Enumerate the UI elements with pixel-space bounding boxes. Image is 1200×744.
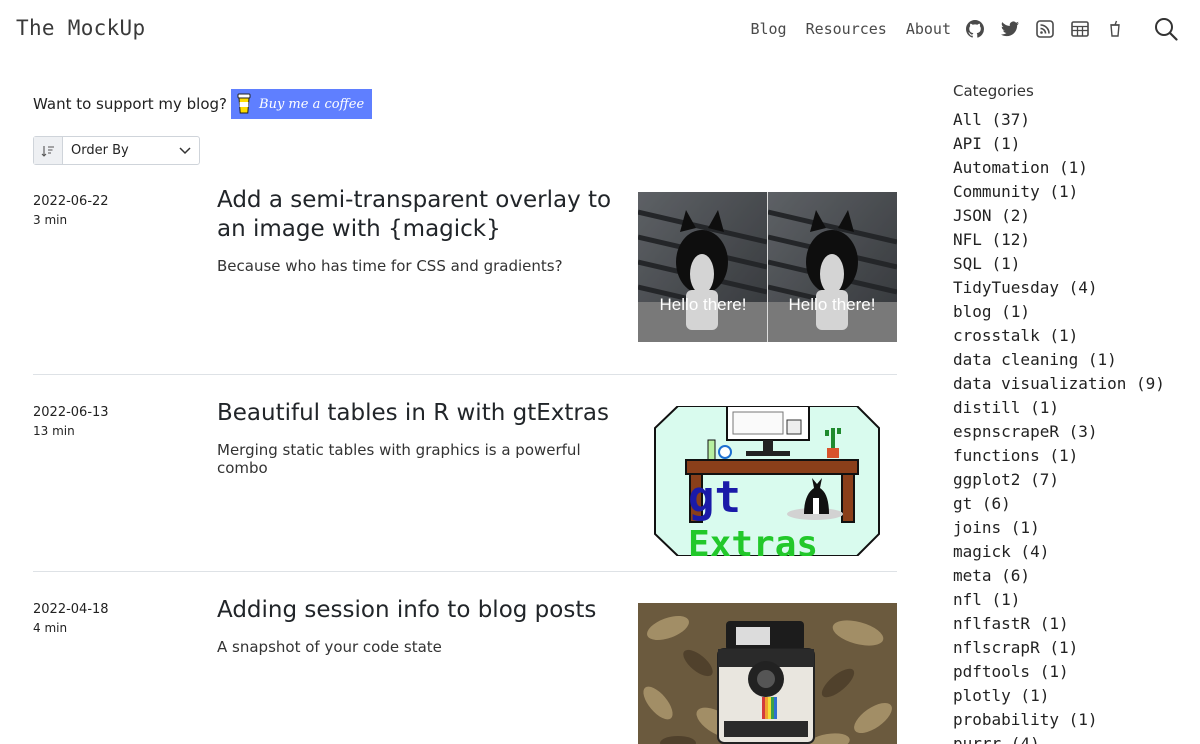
post-reading-time: 4 min bbox=[33, 621, 68, 635]
category-item[interactable]: Automation (1) bbox=[953, 156, 1200, 180]
order-by-label: Order By bbox=[71, 143, 129, 158]
categories-sidebar: Categories All (37) API (1) Automation (1)… bbox=[953, 82, 1200, 744]
category-item[interactable]: data cleaning (1) bbox=[953, 348, 1200, 372]
post-body: Beautiful tables in R with gtExtras Merg… bbox=[217, 399, 617, 477]
category-item[interactable]: Community (1) bbox=[953, 180, 1200, 204]
nav-links: Blog Resources About bbox=[731, 14, 1180, 44]
category-item[interactable]: distill (1) bbox=[953, 396, 1200, 420]
category-item[interactable]: espnscrapeR (3) bbox=[953, 420, 1200, 444]
category-item[interactable]: JSON (2) bbox=[953, 204, 1200, 228]
chevron-down-icon bbox=[171, 146, 199, 155]
post-date: 2022-06-22 bbox=[33, 194, 109, 209]
table-icon[interactable] bbox=[1069, 14, 1091, 44]
category-item[interactable]: API (1) bbox=[953, 132, 1200, 156]
category-item[interactable]: nfl (1) bbox=[953, 588, 1200, 612]
category-item[interactable]: pdftools (1) bbox=[953, 660, 1200, 684]
post-thumbnail[interactable]: gt Extras bbox=[638, 406, 897, 556]
category-list: All (37) API (1) Automation (1) Community (… bbox=[953, 108, 1200, 744]
post-item[interactable]: 2022-04-18 4 min Adding session info to … bbox=[33, 572, 897, 744]
thumb-logo-extras: Extras bbox=[688, 524, 818, 556]
site-brand[interactable]: The MockUp bbox=[16, 16, 145, 40]
post-title[interactable]: Adding session info to blog posts bbox=[217, 596, 617, 625]
support-banner: Want to support my blog? Buy me a coffee bbox=[33, 88, 897, 120]
post-reading-time: 13 min bbox=[33, 424, 75, 438]
category-item[interactable]: SQL (1) bbox=[953, 252, 1200, 276]
search-icon[interactable] bbox=[1152, 14, 1180, 44]
thumb-caption-right: Hello there! bbox=[789, 295, 876, 314]
post-meta: 2022-06-22 3 min bbox=[33, 194, 109, 227]
post-body: Add a semi-transparent overlay to an ima… bbox=[217, 186, 617, 275]
category-item[interactable]: nflscrapR (1) bbox=[953, 636, 1200, 660]
post-thumbnail[interactable]: Hello there! Hello there! bbox=[638, 192, 897, 342]
post-thumbnail[interactable] bbox=[638, 603, 897, 744]
category-item[interactable]: purrr (4) bbox=[953, 732, 1200, 744]
category-item[interactable]: TidyTuesday (4) bbox=[953, 276, 1200, 300]
post-title[interactable]: Beautiful tables in R with gtExtras bbox=[217, 399, 617, 428]
sort-icon[interactable] bbox=[34, 137, 63, 164]
nav-link-blog[interactable]: Blog bbox=[750, 14, 786, 44]
post-item[interactable]: 2022-06-22 3 min Add a semi-transparent … bbox=[33, 186, 897, 375]
category-item[interactable]: gt (6) bbox=[953, 492, 1200, 516]
post-meta: 2022-06-13 13 min bbox=[33, 405, 109, 438]
twitter-icon[interactable] bbox=[999, 14, 1021, 44]
coffee-cup-icon bbox=[237, 93, 251, 115]
thumb-caption-left: Hello there! bbox=[660, 295, 747, 314]
category-item[interactable]: magick (4) bbox=[953, 540, 1200, 564]
post-body: Adding session info to blog posts A snap… bbox=[217, 596, 617, 656]
nav-link-resources[interactable]: Resources bbox=[806, 14, 887, 44]
category-item[interactable]: plotly (1) bbox=[953, 684, 1200, 708]
post-listing: Want to support my blog? Buy me a coffee… bbox=[33, 88, 897, 744]
support-text: Want to support my blog? bbox=[33, 95, 228, 113]
category-item[interactable]: meta (6) bbox=[953, 564, 1200, 588]
buy-me-a-coffee-button[interactable]: Buy me a coffee bbox=[231, 89, 373, 119]
order-by-select[interactable]: Order By bbox=[33, 136, 200, 165]
cup-icon[interactable] bbox=[1104, 14, 1126, 44]
github-icon[interactable] bbox=[964, 14, 986, 44]
nav-link-about[interactable]: About bbox=[906, 14, 951, 44]
post-title[interactable]: Add a semi-transparent overlay to an ima… bbox=[217, 186, 617, 244]
post-description: Because who has time for CSS and gradien… bbox=[217, 257, 563, 275]
category-item[interactable]: crosstalk (1) bbox=[953, 324, 1200, 348]
category-item[interactable]: blog (1) bbox=[953, 300, 1200, 324]
post-description: A snapshot of your code state bbox=[217, 638, 442, 656]
category-item[interactable]: NFL (12) bbox=[953, 228, 1200, 252]
categories-heading: Categories bbox=[953, 82, 1034, 100]
category-item[interactable]: All (37) bbox=[953, 108, 1200, 132]
navbar: The MockUp Blog Resources About bbox=[0, 0, 1200, 60]
post-reading-time: 3 min bbox=[33, 213, 68, 227]
coffee-label: Buy me a coffee bbox=[259, 96, 365, 112]
category-item[interactable]: ggplot2 (7) bbox=[953, 468, 1200, 492]
category-item[interactable]: functions (1) bbox=[953, 444, 1200, 468]
rss-icon[interactable] bbox=[1034, 14, 1056, 44]
category-item[interactable]: probability (1) bbox=[953, 708, 1200, 732]
post-date: 2022-04-18 bbox=[33, 602, 109, 617]
post-date: 2022-06-13 bbox=[33, 405, 109, 420]
thumb-logo-gt: gt bbox=[688, 472, 741, 523]
category-item[interactable]: joins (1) bbox=[953, 516, 1200, 540]
category-item[interactable]: nflfastR (1) bbox=[953, 612, 1200, 636]
post-description: Merging static tables with graphics is a… bbox=[217, 441, 581, 477]
post-item[interactable]: 2022-06-13 13 min Beautiful tables in R … bbox=[33, 375, 897, 572]
category-item[interactable]: data visualization (9) bbox=[953, 372, 1200, 396]
post-meta: 2022-04-18 4 min bbox=[33, 602, 109, 635]
